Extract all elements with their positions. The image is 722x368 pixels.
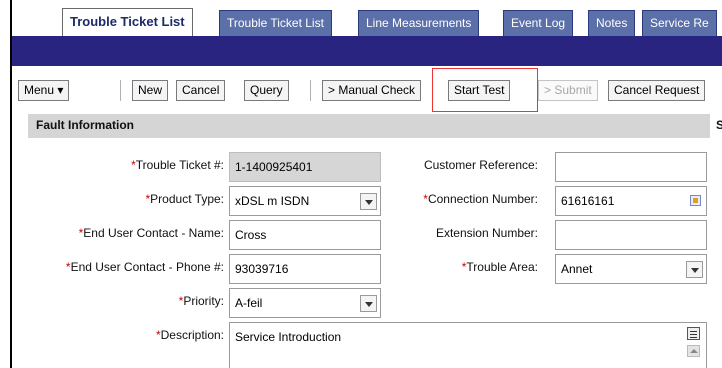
customer-reference-input[interactable] bbox=[555, 152, 707, 182]
manual-check-button[interactable]: > Manual Check bbox=[322, 80, 422, 101]
product-type-value: xDSL m ISDN bbox=[235, 194, 310, 208]
picker-icon[interactable] bbox=[690, 195, 701, 206]
tab-bar: Trouble Ticket List Trouble Ticket List … bbox=[12, 0, 722, 36]
cancel-request-button[interactable]: Cancel Request bbox=[608, 80, 706, 101]
scroll-up-icon[interactable] bbox=[687, 345, 700, 357]
toolbar-separator bbox=[310, 80, 311, 101]
start-test-highlight bbox=[432, 68, 538, 112]
toolbar: Menu ▾ New Cancel Query > Manual Check S… bbox=[12, 66, 722, 112]
product-type-select[interactable]: xDSL m ISDN bbox=[229, 186, 381, 216]
description-textarea[interactable]: Service Introduction bbox=[229, 322, 707, 368]
banner-bar bbox=[12, 36, 722, 66]
description-label: *Description: bbox=[155, 328, 224, 342]
trouble-ticket-label: *Trouble Ticket #: bbox=[131, 158, 224, 172]
trouble-area-select[interactable]: Annet bbox=[555, 254, 707, 284]
customer-reference-label: Customer Reference: bbox=[423, 158, 538, 172]
connection-number-input[interactable]: 61616161 bbox=[555, 186, 707, 216]
connection-number-label: *Connection Number: bbox=[423, 192, 538, 206]
extension-number-input[interactable] bbox=[555, 220, 707, 250]
chevron-down-icon[interactable] bbox=[686, 261, 703, 278]
new-button[interactable]: New bbox=[132, 80, 169, 101]
tab-trouble-ticket-list-2[interactable]: Trouble Ticket List bbox=[219, 10, 332, 36]
expand-text-icon[interactable] bbox=[687, 327, 700, 340]
trouble-area-label: *Trouble Area: bbox=[461, 260, 538, 274]
trouble-area-value: Annet bbox=[561, 262, 593, 276]
toolbar-separator bbox=[120, 80, 121, 101]
tab-event-log[interactable]: Event Log bbox=[503, 10, 574, 36]
section-title: Fault Information bbox=[36, 118, 134, 132]
side-section-title: S bbox=[716, 118, 722, 132]
tab-line-measurements[interactable]: Line Measurements bbox=[358, 10, 480, 36]
end-user-phone-input[interactable]: 93039716 bbox=[229, 254, 381, 284]
end-user-phone-label: *End User Contact - Phone #: bbox=[65, 260, 224, 274]
chevron-down-icon[interactable] bbox=[360, 295, 377, 312]
chevron-down-icon[interactable] bbox=[360, 193, 377, 210]
submit-button[interactable]: > Submit bbox=[538, 80, 598, 101]
tab-notes[interactable]: Notes bbox=[588, 10, 636, 36]
priority-select[interactable]: A-feil bbox=[229, 288, 381, 318]
cancel-button[interactable]: Cancel bbox=[176, 80, 226, 101]
product-type-label: *Product Type: bbox=[145, 192, 225, 206]
query-button[interactable]: Query bbox=[244, 80, 289, 101]
app-frame: Trouble Ticket List Trouble Ticket List … bbox=[10, 0, 722, 368]
menu-button[interactable]: Menu ▾ bbox=[18, 80, 70, 101]
trouble-ticket-field: 1-1400925401 bbox=[229, 152, 381, 182]
tab-trouble-ticket-list[interactable]: Trouble Ticket List bbox=[62, 8, 193, 36]
section-header: Fault Information bbox=[28, 114, 710, 138]
end-user-name-label: *End User Contact - Name: bbox=[78, 226, 224, 240]
tab-service-requests[interactable]: Service Re bbox=[642, 10, 717, 36]
connection-number-value: 61616161 bbox=[561, 194, 615, 208]
end-user-name-input[interactable]: Cross bbox=[229, 220, 381, 250]
priority-value: A-feil bbox=[235, 296, 263, 310]
extension-number-label: Extension Number: bbox=[435, 226, 538, 240]
priority-label: *Priority: bbox=[178, 294, 224, 308]
description-value: Service Introduction bbox=[235, 330, 342, 344]
